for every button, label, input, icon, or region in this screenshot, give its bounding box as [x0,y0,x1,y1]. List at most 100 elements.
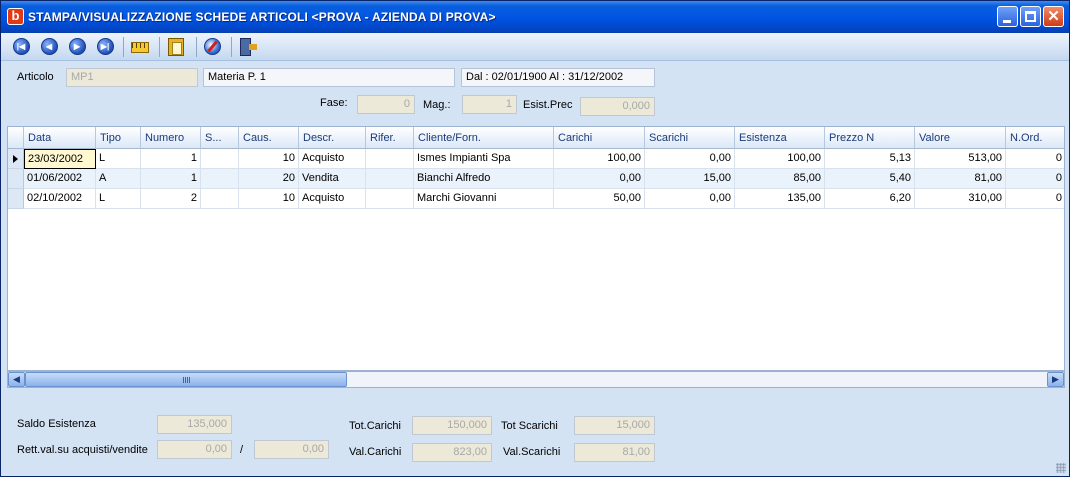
column-header-numero[interactable]: Numero [141,127,201,149]
column-header-data[interactable]: Data [24,127,96,149]
cell-prezzo[interactable]: 6,20 [825,189,915,209]
previous-record-button[interactable]: ◀ [39,38,59,56]
cell-numero[interactable]: 1 [141,149,201,169]
cell-esistenza[interactable]: 100,00 [735,149,825,169]
cell-esistenza[interactable]: 135,00 [735,189,825,209]
cell-carichi[interactable]: 50,00 [554,189,645,209]
articolo-code-field[interactable]: MP1 [66,68,198,87]
column-header-carichi[interactable]: Carichi [554,127,645,149]
cell-n-ord[interactable]: 0 [1006,189,1064,209]
row-selector[interactable] [8,169,24,189]
rett-val-acquisti-field[interactable]: 0,00 [157,440,232,459]
first-record-button[interactable]: |◀ [11,38,31,56]
cell-data[interactable]: 01/06/2002 [24,169,96,189]
cell-valore[interactable]: 310,00 [915,189,1006,209]
globe-icon [204,38,221,55]
scroll-left-icon: ◀ [13,374,20,384]
tot-scarichi-field[interactable]: 15,000 [574,416,655,435]
cell-data[interactable]: 23/03/2002 [24,149,96,169]
cell-prezzo[interactable]: 5,13 [825,149,915,169]
rett-val-label: Rett.val.su acquisti/vendite [17,444,148,456]
column-header-valore[interactable]: Valore [915,127,1006,149]
cell-cliente-fornitore[interactable]: Ismes Impianti Spa [414,149,554,169]
cell-descrizione[interactable]: Acquisto [299,189,366,209]
column-header-tipo[interactable]: Tipo [96,127,141,149]
exit-button[interactable] [240,38,260,56]
ruler-button[interactable] [131,38,151,56]
cell-tipo[interactable]: L [96,149,141,169]
scrollbar-thumb[interactable] [25,372,347,387]
column-header-causale[interactable]: Caus. [239,127,299,149]
val-scarichi-field[interactable]: 81,00 [574,443,655,462]
articolo-description-field: Materia P. 1 [203,68,455,87]
movements-grid[interactable]: Data Tipo Numero S... Caus. Descr. Rifer… [7,126,1065,371]
cell-n-ord[interactable]: 0 [1006,169,1064,189]
table-row[interactable]: 23/03/2002 L 1 10 Acquisto Ismes Impiant… [8,149,1064,169]
title-bar[interactable]: b STAMPA/VISUALIZZAZIONE SCHEDE ARTICOLI… [1,1,1069,33]
tot-carichi-field[interactable]: 150,000 [412,416,492,435]
close-button[interactable]: ✕ [1043,6,1064,27]
horizontal-scrollbar[interactable]: ◀ ▶ [7,371,1065,388]
cell-s[interactable] [201,189,239,209]
val-carichi-field[interactable]: 823,00 [412,443,492,462]
cell-numero[interactable]: 2 [141,189,201,209]
column-header-s[interactable]: S... [201,127,239,149]
cell-scarichi[interactable]: 0,00 [645,189,735,209]
minimize-button[interactable] [997,6,1018,27]
table-row[interactable]: 02/10/2002 L 2 10 Acquisto Marchi Giovan… [8,189,1064,209]
globe-button[interactable] [204,38,224,56]
cell-n-ord[interactable]: 0 [1006,149,1064,169]
cell-tipo[interactable]: A [96,169,141,189]
cell-riferimento[interactable] [366,149,414,169]
row-selector[interactable] [8,149,24,169]
app-logo-icon[interactable]: b [7,8,24,25]
esist-prec-label: Esist.Prec [523,99,573,111]
cell-scarichi[interactable]: 15,00 [645,169,735,189]
cell-causale[interactable]: 10 [239,149,299,169]
cell-causale[interactable]: 10 [239,189,299,209]
cell-cliente-fornitore[interactable]: Bianchi Alfredo [414,169,554,189]
cell-valore[interactable]: 81,00 [915,169,1006,189]
saldo-esistenza-label: Saldo Esistenza [17,418,96,430]
cell-data[interactable]: 02/10/2002 [24,189,96,209]
column-header-scarichi[interactable]: Scarichi [645,127,735,149]
table-row[interactable]: 01/06/2002 A 1 20 Vendita Bianchi Alfred… [8,169,1064,189]
cell-descrizione[interactable]: Vendita [299,169,366,189]
cell-s[interactable] [201,149,239,169]
resize-grip-icon[interactable] [1056,463,1066,473]
cell-cliente-fornitore[interactable]: Marchi Giovanni [414,189,554,209]
cell-numero[interactable]: 1 [141,169,201,189]
fase-field[interactable]: 0 [357,95,415,114]
maximize-button[interactable] [1020,6,1041,27]
cell-riferimento[interactable] [366,169,414,189]
column-header-riferimento[interactable]: Rifer. [366,127,414,149]
scroll-left-button[interactable]: ◀ [8,372,25,387]
cell-carichi[interactable]: 100,00 [554,149,645,169]
saldo-esistenza-field[interactable]: 135,000 [157,415,232,434]
column-header-descrizione[interactable]: Descr. [299,127,366,149]
next-record-button[interactable]: ▶ [67,38,87,56]
cell-prezzo[interactable]: 5,40 [825,169,915,189]
column-header-cliente-fornitore[interactable]: Cliente/Forn. [414,127,554,149]
toolbar-separator [159,37,160,57]
cell-descrizione[interactable]: Acquisto [299,149,366,169]
cell-scarichi[interactable]: 0,00 [645,149,735,169]
cell-s[interactable] [201,169,239,189]
cell-riferimento[interactable] [366,189,414,209]
row-selector[interactable] [8,189,24,209]
cell-carichi[interactable]: 0,00 [554,169,645,189]
mag-field[interactable]: 1 [462,95,517,114]
cell-causale[interactable]: 20 [239,169,299,189]
toolbar-separator [196,37,197,57]
scroll-right-button[interactable]: ▶ [1047,372,1064,387]
cell-esistenza[interactable]: 85,00 [735,169,825,189]
rett-val-vendite-field[interactable]: 0,00 [254,440,329,459]
column-header-prezzo[interactable]: Prezzo N [825,127,915,149]
cell-tipo[interactable]: L [96,189,141,209]
column-header-n-ord[interactable]: N.Ord. [1006,127,1064,149]
column-header-esistenza[interactable]: Esistenza [735,127,825,149]
esist-prec-field[interactable]: 0,000 [580,97,655,116]
cell-valore[interactable]: 513,00 [915,149,1006,169]
document-button[interactable] [168,38,188,56]
last-record-button[interactable]: ▶| [95,38,115,56]
